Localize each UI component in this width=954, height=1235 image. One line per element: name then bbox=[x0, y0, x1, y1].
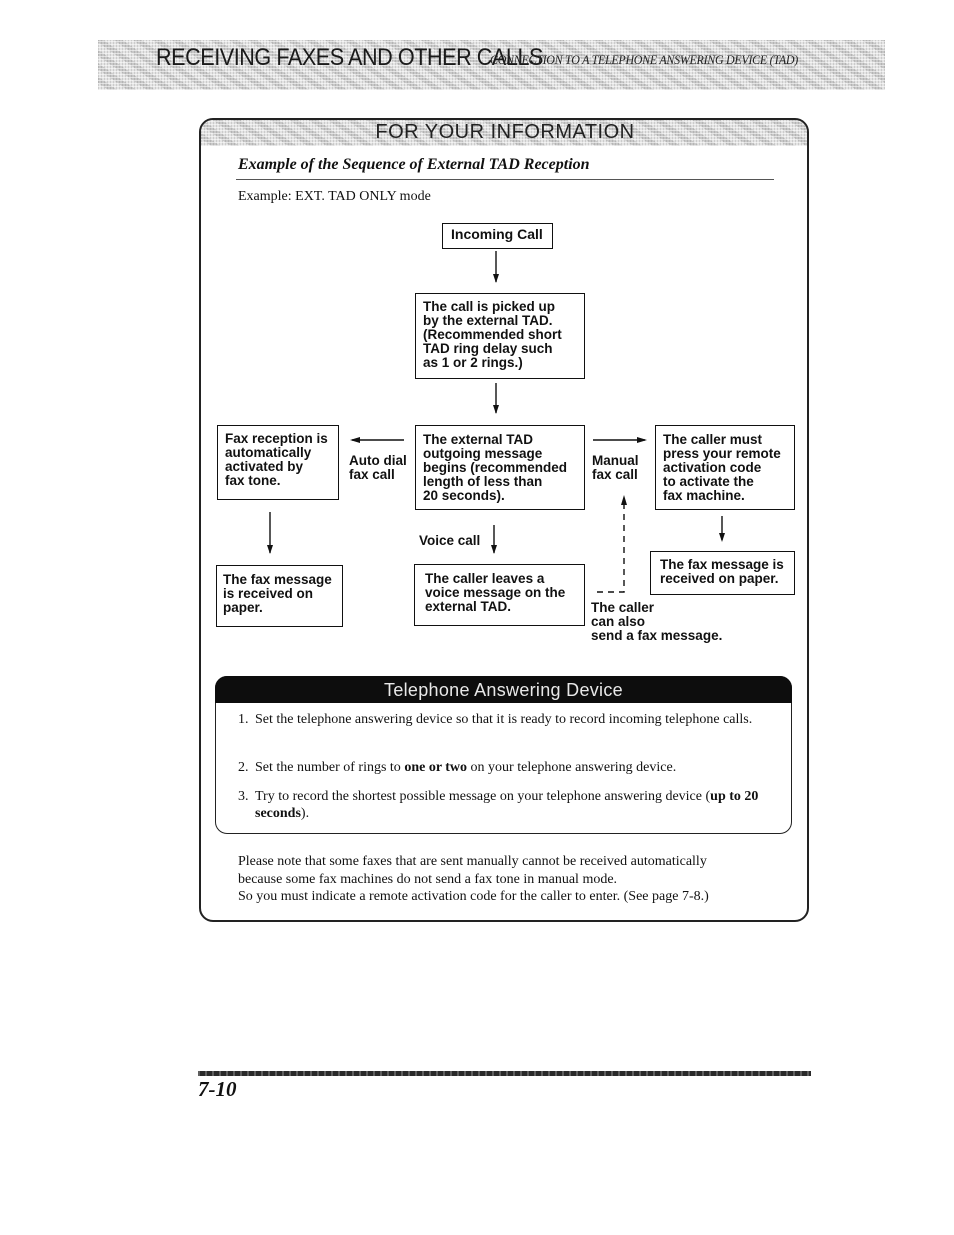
tad-step-number: 2. bbox=[238, 760, 249, 775]
tad-step-2: 2. Set the number of rings to one or two… bbox=[238, 759, 778, 776]
node-fax-received-left: The fax message is received on paper. bbox=[216, 565, 343, 627]
example-subtitle: Example of the Sequence of External TAD … bbox=[238, 156, 590, 173]
label-voice-call: Voice call bbox=[419, 533, 481, 548]
node-fax-auto-activated: Fax reception is automatically activated… bbox=[217, 425, 339, 500]
label-manual-fax: Manual fax call bbox=[592, 453, 639, 482]
note-line: So you must indicate a remote activation… bbox=[238, 889, 709, 904]
note-line: Please note that some faxes that are sen… bbox=[238, 854, 707, 869]
tad-step-1: 1. Set the telephone answering device so… bbox=[238, 711, 778, 728]
tad-step-text-bold: one or two bbox=[404, 760, 468, 775]
tad-step-text-plain: Set the number of rings to bbox=[255, 760, 405, 775]
node-voice-message: The caller leaves a voice message on the… bbox=[414, 564, 585, 626]
tad-step-text: Try to record the shortest possible mess… bbox=[255, 788, 778, 822]
label-auto-dial: Auto dial fax call bbox=[349, 453, 407, 482]
example-mode-text: Example: EXT. TAD ONLY mode bbox=[238, 189, 431, 204]
node-outgoing-message: The external TAD outgoing message begins… bbox=[415, 425, 585, 510]
note-line: because some fax machines do not send a … bbox=[238, 871, 618, 887]
tad-step-number: 3. bbox=[238, 789, 249, 804]
info-panel-title: FOR YOUR INFORMATION bbox=[375, 121, 635, 143]
tad-step-text-plain: ). bbox=[300, 806, 310, 821]
node-call-picked-up: The call is picked up by the external TA… bbox=[415, 293, 585, 379]
tad-step-text-plain: on your telephone answering device. bbox=[467, 760, 677, 775]
page-number: 7-10 bbox=[198, 1077, 237, 1101]
footer-rule bbox=[198, 1071, 811, 1076]
subtitle-divider bbox=[236, 179, 774, 180]
chapter-title: RECEIVING FAXES AND OTHER CALLS bbox=[156, 44, 543, 71]
tad-panel-title: Telephone Answering Device bbox=[384, 680, 623, 700]
node-incoming-call: Incoming Call bbox=[442, 223, 553, 249]
tad-step-number: 1. bbox=[238, 712, 249, 727]
tad-step-3: 3. Try to record the shortest possible m… bbox=[238, 788, 778, 822]
note-paragraph: Please note that some faxes that are sen… bbox=[238, 853, 788, 906]
section-title: CONNECTION TO A TELEPHONE ANSWERING DEVI… bbox=[490, 52, 798, 67]
tad-step-text: Set the number of rings to one or two on… bbox=[255, 759, 778, 776]
label-caller-also-fax: The caller can also send a fax message. bbox=[591, 600, 723, 643]
node-remote-activation: The caller must press your remote activa… bbox=[655, 425, 795, 510]
node-fax-received-right: The fax message is received on paper. bbox=[650, 551, 795, 595]
tad-step-text: Set the telephone answering device so th… bbox=[255, 712, 753, 727]
tad-step-text-plain: Try to record the shortest possible mess… bbox=[255, 789, 711, 804]
